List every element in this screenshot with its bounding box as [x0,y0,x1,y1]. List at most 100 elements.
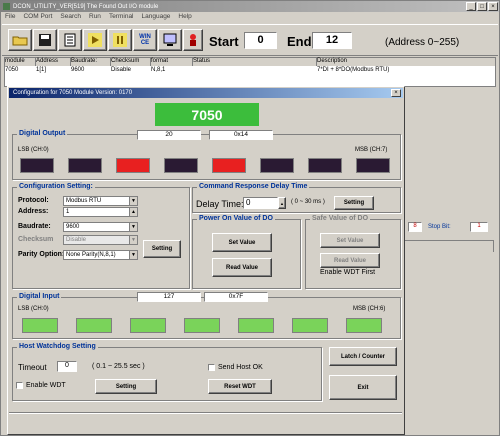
module-name-banner: 7050 [155,103,259,126]
do-led-ch5[interactable] [260,158,294,173]
dialog-close-button[interactable]: × [391,89,401,97]
menu-file[interactable]: File [5,13,15,23]
pause-button[interactable] [108,29,132,51]
delay-input[interactable]: 0 [243,197,278,209]
cell-baudrate: 9600 [71,67,85,73]
di-led-ch6 [346,318,382,333]
do-led-ch6[interactable] [308,158,342,173]
address-input[interactable]: 1 ▲ [63,207,138,217]
maximize-button[interactable]: □ [477,2,487,11]
delay-setting-button[interactable]: Setting [334,196,374,210]
delay-title: Command Response Delay Time [197,183,310,190]
col-module[interactable]: module [5,58,36,66]
menu-com-port[interactable]: COM Port [23,13,52,23]
power-on-set-button[interactable]: Set Value [212,233,272,252]
menu-language[interactable]: Language [142,13,171,23]
address-range-label: (Address 0~255) [385,37,460,48]
send-host-ok-label: Send Host OK [218,364,263,371]
start-input[interactable]: 0 [244,32,277,49]
do-led-ch2[interactable] [116,158,150,173]
digital-input-title: Digital Input [17,293,62,300]
di-led-ch2 [130,318,166,333]
col-checksum[interactable]: Checksum [111,58,151,66]
baudrate-label: Baudrate: [18,223,51,230]
minimize-button[interactable]: _ [466,2,476,11]
bg-panel-edge [405,240,494,252]
run-button[interactable] [83,29,107,51]
help-button[interactable] [183,29,203,51]
delay-spin-icon[interactable]: ▲ [278,197,286,209]
enable-wdt-checkbox[interactable]: Enable WDT [16,382,66,389]
timeout-range: ( 0.1 ~ 25.5 sec ) [92,363,145,370]
cell-module: 7050 [5,67,19,73]
di-hex-field: 0x7F [204,292,268,302]
menu-help[interactable]: Help [178,13,191,23]
config-setting-button[interactable]: Setting [143,240,181,258]
do-led-ch4[interactable] [212,158,246,173]
checkbox-box [16,382,23,389]
exit-button[interactable]: Exit [329,375,397,400]
col-status[interactable]: Status [193,58,317,66]
table-header: module Address Baudrate: Checksum format… [5,58,495,66]
stop-bit-field[interactable]: 1 [470,222,488,232]
chevron-down-icon: ▼ [129,223,137,231]
cell-address: 1[1] [36,67,47,73]
spin-icon[interactable]: ▲ [129,208,137,216]
menu-search[interactable]: Search [60,13,81,23]
latch-counter-button[interactable]: Latch / Counter [329,347,397,366]
protocol-label: Protocol: [18,197,49,204]
col-description[interactable]: Description [317,58,495,66]
do-led-ch0[interactable] [20,158,54,173]
chevron-down-icon: ▼ [129,197,137,205]
timeout-label: Timeout [18,363,47,372]
do-hex-field: 0x14 [209,130,273,140]
do-led-ch3[interactable] [164,158,198,173]
di-decimal-field: 127 [137,292,201,302]
power-on-read-button[interactable]: Read Value [212,258,272,277]
digital-output-group: Digital Output [12,130,401,180]
data-bits-field[interactable]: 8 [408,222,422,232]
pause-icon [113,33,127,47]
dialog-titlebar: Configuration for 7050 Module Version: 0… [9,88,403,98]
save-button[interactable] [33,29,57,51]
parity-select[interactable]: None Parity(N,8,1) ▼ [63,250,138,260]
safe-set-button: Set Value [320,233,380,248]
do-led-ch1[interactable] [68,158,102,173]
digital-output-title: Digital Output [17,130,68,137]
power-on-group: Power On Value of DO [192,215,301,289]
person-icon [190,34,196,46]
checksum-value: Disable [66,237,87,243]
do-lsb-label: LSB (CH:0) [18,147,49,153]
menu-run[interactable]: Run [89,13,101,23]
timeout-input[interactable]: 0 [57,361,77,372]
table-row[interactable]: 7050 1[1] 9600 Disable N,8,1 7*DI + 8*DO… [5,67,495,75]
terminal-button[interactable] [158,29,182,51]
dialog-title: Configuration for 7050 Module Version: 0… [13,90,133,96]
col-format[interactable]: format [151,58,193,66]
col-address[interactable]: Address [36,58,71,66]
reset-wdt-button[interactable]: Reset WDT [208,379,272,394]
watchdog-setting-button[interactable]: Setting [95,379,157,394]
close-button[interactable]: × [488,2,498,11]
col-baudrate[interactable]: Baudrate: [71,58,111,66]
folder-icon [12,36,28,46]
end-input[interactable]: 12 [312,32,352,49]
address-label: Address: [18,208,49,215]
end-label: End [287,34,312,49]
di-msb-label: MSB (CH:6) [353,306,386,312]
win-ce-button[interactable]: WIN CE [133,29,157,51]
cell-checksum: Disable [111,67,132,73]
protocol-select[interactable]: Modbus RTU ▼ [63,196,138,206]
send-host-ok-checkbox[interactable]: Send Host OK [208,364,263,371]
do-led-ch7[interactable] [356,158,390,173]
do-msb-label: MSB (CH:7) [355,147,388,153]
safe-read-button: Read Value [320,253,380,268]
address-book-button[interactable] [58,29,82,51]
menu-terminal[interactable]: Terminal [109,13,134,23]
baudrate-select[interactable]: 9600 ▼ [63,222,138,232]
open-folder-button[interactable] [8,29,32,51]
enable-wdt-label: Enable WDT [26,382,66,389]
app-icon [3,3,10,10]
di-led-ch5 [292,318,328,333]
chevron-down-icon: ▼ [129,236,137,244]
